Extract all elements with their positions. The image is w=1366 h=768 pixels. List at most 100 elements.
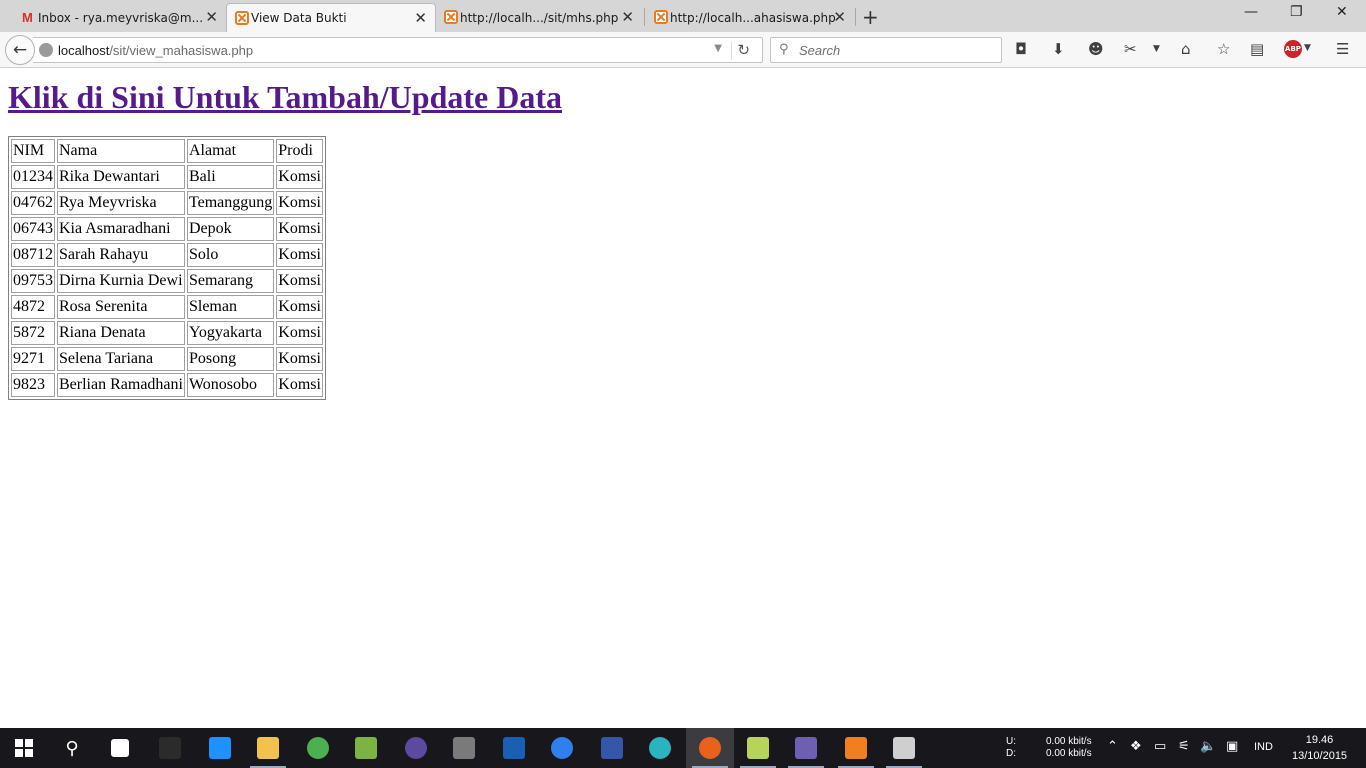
- taskbar-file-explorer-button[interactable]: [244, 728, 292, 768]
- table-cell: Dirna Kurnia Dewi: [57, 269, 185, 293]
- search-taskbar-button[interactable]: ⚲: [48, 728, 96, 768]
- table-cell: Rya Meyvriska: [57, 191, 185, 215]
- tab-title: View Data Bukti: [251, 11, 347, 25]
- table-row: 01234 Rika Dewantari Bali Komsi: [11, 165, 323, 189]
- xampp-icon: [235, 11, 249, 25]
- add-update-data-link[interactable]: Klik di Sini Untuk Tambah/Update Data: [8, 79, 562, 116]
- taskbar-network-globe-button[interactable]: [636, 728, 684, 768]
- volume-icon[interactable]: 🔈: [1200, 739, 1216, 754]
- table-cell: Komsi: [276, 243, 323, 267]
- clock[interactable]: 19.46 13/10/2015: [1292, 732, 1347, 764]
- search-icon: ⚲: [65, 737, 79, 759]
- taskbar-android-studio-button[interactable]: [342, 728, 390, 768]
- paint-icon: [893, 737, 915, 759]
- back-button[interactable]: ←: [5, 35, 35, 65]
- show-hidden-icons-icon[interactable]: ⌃: [1107, 739, 1118, 754]
- reload-icon[interactable]: ↻: [737, 41, 750, 59]
- taskbar-firefox-button[interactable]: [686, 728, 734, 768]
- table-row: 04762 Rya Meyvriska Temanggung Komsi: [11, 191, 323, 215]
- table-cell: Wonosobo: [186, 373, 275, 397]
- home-icon[interactable]: ⌂: [1181, 40, 1191, 58]
- close-tab-icon[interactable]: ✕: [414, 10, 427, 26]
- browser-tab-strip: M Inbox - rya.meyvriska@m... ✕ View Data…: [0, 0, 1366, 32]
- taskbar-paint-button[interactable]: [880, 728, 928, 768]
- adblock-dropdown-icon[interactable]: ▼: [1304, 43, 1311, 53]
- table-cell: Komsi: [276, 295, 323, 319]
- screenshot-dropdown-icon[interactable]: ▼: [1153, 44, 1160, 54]
- network-labels: U: D:: [1006, 736, 1016, 759]
- messenger-icon: [551, 737, 573, 759]
- bookmark-star-icon[interactable]: ☆: [1217, 40, 1230, 58]
- restore-button[interactable]: ❐: [1290, 4, 1303, 20]
- android-studio-icon: [355, 737, 377, 759]
- taskbar-chrome-button[interactable]: [294, 728, 342, 768]
- store-icon: [111, 739, 129, 757]
- tab-mhs-php[interactable]: http://localh.../sit/mhs.php ✕: [436, 3, 642, 32]
- taskbar-notes-button[interactable]: [734, 728, 782, 768]
- taskbar-sublime-text-button[interactable]: [440, 728, 488, 768]
- table-cell: Komsi: [276, 347, 323, 371]
- xampp-icon: [845, 737, 867, 759]
- table-cell: 04762: [11, 191, 55, 215]
- search-input[interactable]: [797, 41, 997, 59]
- taskbar-messenger-button[interactable]: [538, 728, 586, 768]
- close-tab-icon[interactable]: ✕: [833, 9, 846, 25]
- start-button[interactable]: [0, 728, 48, 768]
- adblock-plus-icon[interactable]: ABP: [1284, 40, 1302, 58]
- table-row: 08712 Sarah Rahayu Solo Komsi: [11, 243, 323, 267]
- network-globe-icon: [649, 737, 671, 759]
- network-rates: 0.00 kbit/s 0.00 kbit/s: [1046, 736, 1092, 759]
- dropbox-icon[interactable]: ❖: [1130, 739, 1142, 754]
- download-icon[interactable]: ⬇: [1052, 40, 1065, 58]
- clock-date: 13/10/2015: [1292, 750, 1348, 762]
- header-cell: Alamat: [186, 139, 275, 163]
- table-cell: Temanggung: [186, 191, 275, 215]
- taskbar-php-designer-button[interactable]: [782, 728, 830, 768]
- notes-icon: [747, 737, 769, 759]
- table-cell: Sarah Rahayu: [57, 243, 185, 267]
- close-window-button[interactable]: ✕: [1336, 4, 1348, 20]
- action-center-icon[interactable]: ▣: [1226, 739, 1238, 754]
- firefox-icon: [699, 737, 721, 759]
- search-bar[interactable]: ⚲: [770, 37, 1002, 63]
- smiley-icon[interactable]: ☻: [1088, 40, 1104, 58]
- table-cell: Yogyakarta: [186, 321, 275, 345]
- taskbar-xampp-button[interactable]: [832, 728, 880, 768]
- taskbar-cmd-button[interactable]: [146, 728, 194, 768]
- url-history-dropdown-icon[interactable]: ▼: [714, 43, 722, 54]
- new-tab-button[interactable]: +: [862, 5, 879, 29]
- taskbar-eclipse-button[interactable]: [392, 728, 440, 768]
- wifi-icon[interactable]: ⚟: [1178, 739, 1190, 754]
- url-bar[interactable]: localhost/sit/view_mahasiswa.php ▼ ↻: [33, 37, 763, 63]
- gmail-icon: M: [22, 10, 33, 25]
- language-indicator[interactable]: IND: [1254, 741, 1273, 753]
- tab-mahasiswa-php[interactable]: http://localh...ahasiswa.php ✕: [646, 3, 854, 32]
- minimize-button[interactable]: —: [1244, 4, 1258, 20]
- url-divider: [731, 42, 732, 60]
- table-row: 5872 Riana Denata Yogyakarta Komsi: [11, 321, 323, 345]
- tab-inbox[interactable]: M Inbox - rya.meyvriska@m... ✕: [14, 3, 226, 32]
- pocket-icon[interactable]: ◘: [1015, 40, 1027, 58]
- browser-nav-bar: localhost/sit/view_mahasiswa.php ▼ ↻ ← ⚲: [0, 32, 1366, 68]
- menu-icon[interactable]: ☰: [1336, 40, 1349, 58]
- close-tab-icon[interactable]: ✕: [205, 9, 218, 25]
- table-cell: Solo: [186, 243, 275, 267]
- screenshot-icon[interactable]: ✂: [1124, 40, 1137, 58]
- close-tab-icon[interactable]: ✕: [621, 9, 634, 25]
- taskbar-photoshop-button[interactable]: [490, 728, 538, 768]
- xampp-icon: [654, 10, 668, 24]
- taskbar-dev-cpp-button[interactable]: [588, 728, 636, 768]
- table-cell: Bali: [186, 165, 275, 189]
- tab-title: Inbox - rya.meyvriska@m...: [38, 10, 204, 25]
- url-text[interactable]: localhost/sit/view_mahasiswa.php: [58, 43, 253, 58]
- taskbar-edge-button[interactable]: [196, 728, 244, 768]
- store-button[interactable]: [96, 728, 144, 768]
- reading-list-icon[interactable]: ▤: [1250, 40, 1264, 58]
- table-cell: Komsi: [276, 165, 323, 189]
- tab-view-data-bukti[interactable]: View Data Bukti ✕: [226, 3, 436, 32]
- battery-icon[interactable]: ▭: [1154, 739, 1166, 754]
- photoshop-icon: [503, 737, 525, 759]
- table-cell: Komsi: [276, 191, 323, 215]
- site-info-icon[interactable]: [39, 43, 53, 57]
- table-cell: Rika Dewantari: [57, 165, 185, 189]
